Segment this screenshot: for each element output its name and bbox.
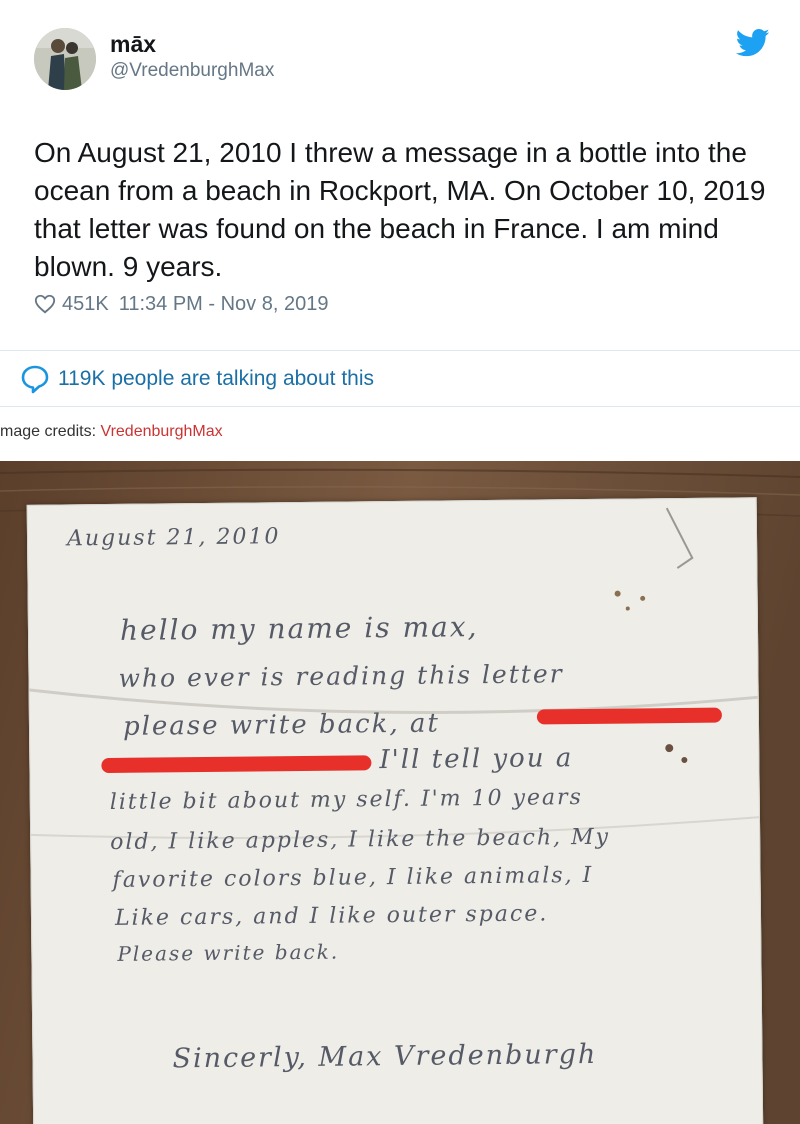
tweet-timestamp[interactable]: 11:34 PM - Nov 8, 2019 <box>119 293 329 316</box>
redaction-bar <box>536 707 722 725</box>
letter-paper: August 21, 2010 hello my name is max, wh… <box>26 497 764 1124</box>
letter-line: old, I like apples, I like the beach, My <box>110 824 611 855</box>
letter-signature: Sincerly, Max Vredenburgh <box>172 1038 598 1075</box>
letter-line: I'll tell you a <box>379 743 574 776</box>
redaction-bar <box>101 755 372 774</box>
tweet-card: māx @VredenburghMax On August 21, 2010 I… <box>0 0 800 408</box>
letter-line: Please write back. <box>117 939 340 966</box>
letter-line: little bit about my self. I'm 10 years <box>109 785 584 815</box>
talking-link[interactable]: 119K people are talking about this <box>20 364 374 394</box>
talking-label[interactable]: 119K people are talking about this <box>58 367 374 391</box>
like-count[interactable]: 451K <box>62 293 109 316</box>
image-credits: mage credits: VredenburghMax <box>0 423 223 441</box>
credits-author[interactable]: VredenburghMax <box>100 423 222 440</box>
letter-line: who ever is reading this letter <box>118 659 564 693</box>
letter-line: favorite colors blue, I like animals, I <box>112 862 594 893</box>
page: māx @VredenburghMax On August 21, 2010 I… <box>0 0 800 1124</box>
letter-line: please write back, at <box>122 708 441 742</box>
divider <box>0 406 800 407</box>
divider <box>0 350 800 351</box>
letter-line: hello my name is max, <box>119 610 479 647</box>
credits-prefix: mage credits: <box>0 423 101 440</box>
heart-icon[interactable] <box>34 293 56 315</box>
tweet-meta: 451K 11:34 PM - Nov 8, 2019 <box>34 290 328 318</box>
user-handle[interactable]: @VredenburghMax <box>110 60 274 82</box>
twitter-bird-icon[interactable] <box>736 28 770 58</box>
tweet-text: On August 21, 2010 I threw a message in … <box>34 137 766 282</box>
letter-date: August 21, 2010 <box>66 524 281 552</box>
letter-photo: August 21, 2010 hello my name is max, wh… <box>0 461 800 1124</box>
display-name[interactable]: māx <box>110 31 156 58</box>
letter-line: Like cars, and I like outer space. <box>114 901 549 931</box>
speech-bubble-icon <box>21 365 49 394</box>
avatar[interactable] <box>34 28 96 90</box>
